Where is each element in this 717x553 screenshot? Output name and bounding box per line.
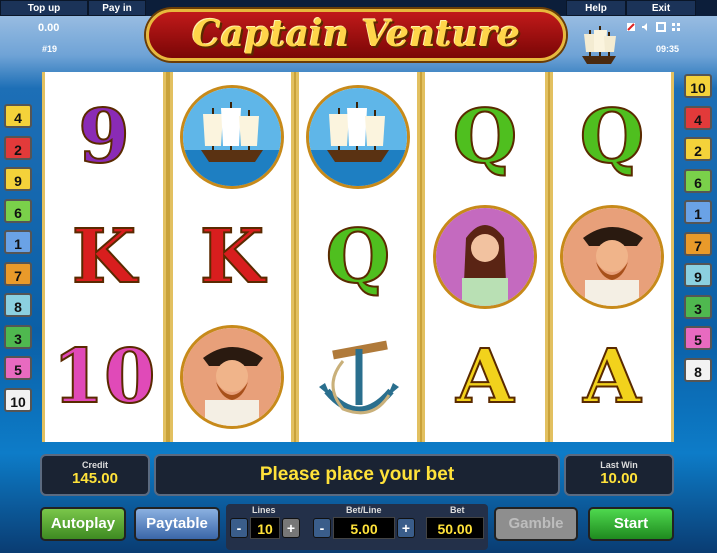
- symbol-9: 9: [77, 94, 130, 180]
- payline-indicator: 2: [4, 135, 32, 160]
- symbol-captain: [180, 325, 284, 429]
- reel-cell: K: [173, 202, 291, 312]
- payline-indicator: 4: [684, 105, 712, 130]
- payline-indicator: 8: [4, 293, 32, 317]
- bet-line-plus-button[interactable]: +: [397, 518, 415, 538]
- payline-indicator: 10: [684, 74, 712, 98]
- ship-icon: [173, 82, 291, 192]
- symbol-k: K: [199, 214, 265, 300]
- settings-icon[interactable]: [626, 19, 636, 31]
- reel-3: Q: [296, 72, 420, 442]
- symbol-captain: [560, 205, 664, 309]
- game-number: #19: [42, 44, 58, 54]
- payline-indicator: 8: [684, 357, 712, 382]
- gamble-button[interactable]: Gamble: [494, 507, 578, 541]
- top-up-button[interactable]: Top up: [0, 0, 88, 16]
- symbol-q: Q: [325, 214, 391, 300]
- payline-indicator: 9: [4, 167, 32, 191]
- anchor-icon: [299, 322, 417, 432]
- background-ship-icon: [576, 22, 622, 66]
- game-logo: Captain Venture: [146, 9, 566, 61]
- credit-panel: Credit 145.00: [40, 454, 150, 496]
- symbol-ship: [306, 85, 410, 189]
- symbol-a: A: [582, 334, 641, 420]
- payline-indicator: 5: [4, 356, 32, 380]
- lines-label: Lines: [252, 505, 276, 515]
- lines-value: 10: [250, 517, 280, 539]
- reel-area: 9 K 10 K Q Q A Q A: [42, 72, 674, 442]
- reel-1: 9 K 10: [42, 72, 166, 442]
- sound-icon[interactable]: [641, 19, 651, 31]
- paytable-button[interactable]: Paytable: [134, 507, 220, 541]
- last-win-label: Last Win: [600, 460, 638, 470]
- exit-button[interactable]: Exit: [626, 0, 696, 16]
- bet-value: 50.00: [426, 517, 484, 539]
- reel-cell: Q: [425, 82, 545, 192]
- reel-cell: 9: [45, 82, 163, 192]
- help-button[interactable]: Help: [566, 0, 626, 16]
- symbol-a: A: [455, 334, 514, 420]
- status-message: Please place your bet: [259, 464, 455, 485]
- payline-indicator: 3: [4, 324, 32, 349]
- credit-value: 145.00: [72, 470, 118, 487]
- payline-indicator: 2: [684, 137, 712, 161]
- payline-indicator: 1: [4, 230, 32, 254]
- payline-indicator: 10: [4, 387, 32, 412]
- payline-indicator: 7: [684, 231, 712, 256]
- captain-icon: [173, 322, 291, 432]
- reel-cell: A: [425, 322, 545, 432]
- reel-cell: K: [45, 202, 163, 312]
- symbol-10: 10: [52, 334, 157, 420]
- bet-line-minus-button[interactable]: -: [313, 518, 331, 538]
- symbol-q: Q: [579, 94, 645, 180]
- pay-in-button[interactable]: Pay in: [88, 0, 146, 16]
- fullscreen-icon[interactable]: [656, 19, 666, 32]
- reel-2: K: [170, 72, 294, 442]
- reel-cell: 10: [45, 322, 163, 432]
- symbol-ship: [180, 85, 284, 189]
- reel-cell: A: [553, 322, 671, 432]
- logo-text: Captain Venture: [192, 13, 520, 55]
- payline-indicator: 3: [684, 294, 712, 319]
- symbol-q: Q: [452, 94, 518, 180]
- payline-indicator: 9: [684, 263, 712, 287]
- last-win-value: 10.00: [600, 470, 638, 487]
- payline-indicator: 5: [684, 326, 712, 350]
- bet-label: Bet: [450, 505, 465, 515]
- payline-indicator: 6: [684, 168, 712, 193]
- ship-icon: [299, 82, 417, 192]
- autoplay-button[interactable]: Autoplay: [40, 507, 126, 541]
- reel-cell: Q: [299, 202, 417, 312]
- bet-line-value: 5.00: [333, 517, 395, 539]
- payline-indicator: 1: [684, 200, 712, 224]
- reel-cell: Q: [553, 82, 671, 192]
- reel-5: QA: [550, 72, 674, 442]
- menu-icon[interactable]: [671, 19, 681, 31]
- payline-indicator: 4: [4, 104, 32, 128]
- reel-4: QA: [422, 72, 548, 442]
- payline-indicator: 7: [4, 261, 32, 286]
- symbol-k: K: [71, 214, 137, 300]
- credit-label: Credit: [81, 460, 108, 470]
- symbol-lady: [433, 205, 537, 309]
- lines-minus-button[interactable]: -: [230, 518, 248, 538]
- lady-icon: [425, 202, 545, 312]
- last-win-panel: Last Win 10.00: [564, 454, 674, 496]
- captain-icon: [553, 202, 671, 312]
- balance-display: 0.00: [38, 22, 60, 34]
- message-panel: Please place your bet: [154, 454, 560, 496]
- lines-plus-button[interactable]: +: [282, 518, 300, 538]
- payline-indicator: 6: [4, 198, 32, 223]
- start-button[interactable]: Start: [588, 507, 674, 541]
- clock: 09:35: [656, 44, 680, 54]
- bet-line-label: Bet/Line: [346, 505, 382, 515]
